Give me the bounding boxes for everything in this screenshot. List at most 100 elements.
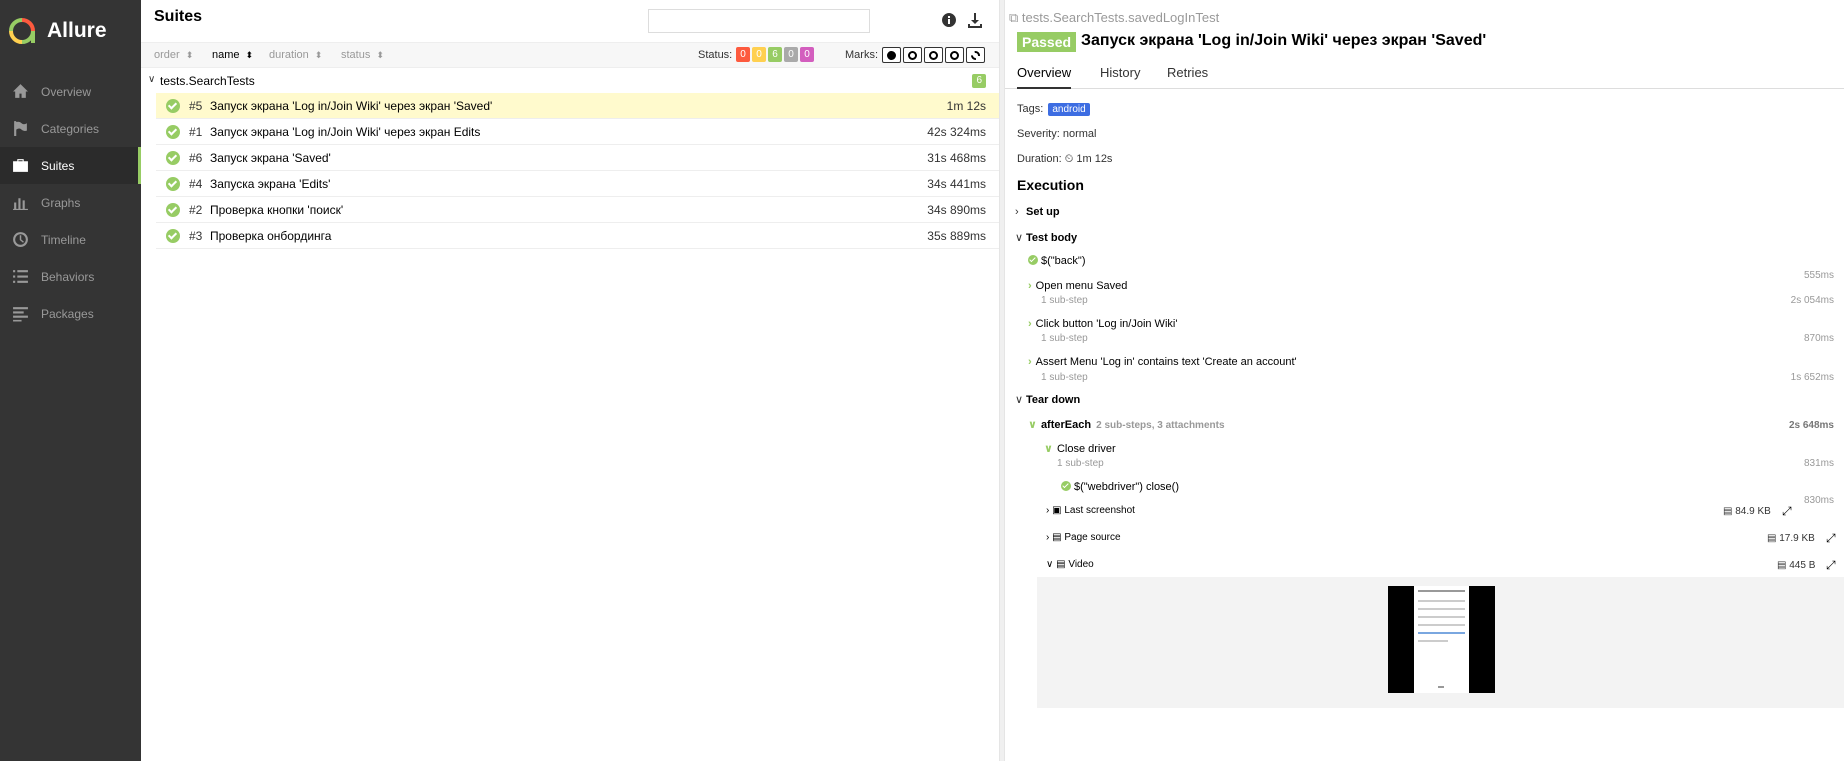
step-duration: 2s 054ms bbox=[1790, 295, 1834, 306]
tag-badge: android bbox=[1048, 103, 1090, 116]
step-row[interactable]: $("back") bbox=[1028, 255, 1086, 267]
step-duration: 831ms bbox=[1803, 458, 1834, 469]
marks-filter bbox=[882, 47, 985, 63]
severity-line: Severity: normal bbox=[1017, 128, 1097, 140]
webdriver-close-step[interactable]: $("webdriver") close() bbox=[1061, 481, 1179, 493]
sort-by-name[interactable]: name ⬍ bbox=[212, 49, 253, 61]
test-row[interactable]: #1 Запуск экрана 'Log in/Join Wiki' чере… bbox=[156, 119, 999, 145]
step-duration: 1s 652ms bbox=[1790, 372, 1834, 383]
attachment-row[interactable]: › ▤ Page source bbox=[1046, 532, 1121, 543]
tab-overview[interactable]: Overview bbox=[1017, 65, 1072, 89]
test-duration: 42s 324ms bbox=[927, 125, 986, 139]
sort-by-duration[interactable]: duration ⬍ bbox=[269, 49, 322, 61]
list-icon bbox=[13, 270, 28, 283]
passed-icon bbox=[166, 203, 180, 217]
video-frame bbox=[1414, 586, 1469, 693]
test-row[interactable]: #2 Проверка кнопки 'поиск' 34s 890ms bbox=[156, 197, 999, 223]
status-passed-toggle[interactable]: 6 bbox=[768, 47, 782, 62]
tags-label: Tags: bbox=[1017, 103, 1044, 115]
video-player[interactable] bbox=[1388, 586, 1495, 693]
chevron-down-icon: ∨ bbox=[1028, 419, 1037, 431]
execution-heading: Execution bbox=[1017, 177, 1084, 193]
test-number: #1 bbox=[189, 125, 203, 139]
attachment-row[interactable]: ∨ ▤ Video bbox=[1046, 559, 1094, 570]
brand[interactable]: Allure bbox=[8, 16, 107, 46]
step-row[interactable]: › Open menu Saved bbox=[1028, 280, 1127, 292]
status-filter-label: Status: bbox=[698, 49, 733, 61]
step-duration: 830ms bbox=[1803, 495, 1834, 506]
info-icon[interactable] bbox=[941, 12, 957, 28]
step-row[interactable]: › Assert Menu 'Log in' contains text 'Cre… bbox=[1028, 356, 1297, 368]
sidebar-item-label: Timeline bbox=[41, 232, 86, 247]
expand-icon[interactable]: ⤢ bbox=[1826, 558, 1836, 573]
status-skipped-toggle[interactable]: 0 bbox=[784, 47, 798, 62]
sidebar-item-packages[interactable]: Packages bbox=[0, 295, 141, 332]
close-driver-step[interactable]: ∨ Close driver bbox=[1044, 442, 1116, 455]
sidebar-item-timeline[interactable]: Timeline bbox=[0, 221, 141, 258]
mark-new-failed-toggle[interactable] bbox=[903, 47, 922, 63]
tab-retries[interactable]: Retries bbox=[1167, 65, 1208, 89]
tear-down-section[interactable]: ∨ Tear down bbox=[1015, 393, 1080, 406]
step-row[interactable]: › Click button 'Log in/Join Wiki' bbox=[1028, 318, 1177, 330]
chevron-right-icon: › bbox=[1028, 356, 1032, 368]
status-failed-toggle[interactable]: 0 bbox=[736, 47, 750, 62]
copy-icon[interactable]: ⧉ bbox=[1009, 10, 1018, 25]
status-broken-toggle[interactable]: 0 bbox=[752, 47, 766, 62]
suites-pane: Suites order ⬍ name ⬍ duration ⬍ status ⬍ St… bbox=[141, 0, 999, 761]
mark-new-passed-toggle[interactable] bbox=[924, 47, 943, 63]
sidebar-item-behaviors[interactable]: Behaviors bbox=[0, 258, 141, 295]
mark-retries-toggle[interactable] bbox=[966, 47, 985, 63]
mark-flaky-toggle[interactable] bbox=[882, 47, 901, 63]
sidebar-item-label: Categories bbox=[41, 121, 100, 136]
page-title: Suites bbox=[154, 8, 203, 25]
home-icon bbox=[13, 84, 28, 98]
file-icon: ▤ bbox=[1767, 533, 1777, 544]
test-row[interactable]: #5 Запуск экрана 'Log in/Join Wiki' чере… bbox=[156, 93, 999, 119]
step-substeps: 1 sub-step bbox=[1041, 295, 1088, 306]
expand-icon[interactable]: ⤢ bbox=[1826, 531, 1836, 546]
expand-icon[interactable]: ⤢ bbox=[1782, 504, 1792, 519]
attachment-row[interactable]: › ▣ Last screenshot bbox=[1046, 505, 1135, 516]
step-name: afterEach bbox=[1040, 419, 1092, 431]
marks-filter-label: Marks: bbox=[845, 49, 878, 61]
video-file-icon: ▤ bbox=[1056, 559, 1066, 570]
passed-icon bbox=[166, 177, 180, 191]
duration-label: Duration: bbox=[1017, 153, 1062, 165]
status-filter: 0 0 6 0 0 bbox=[736, 47, 814, 62]
text-file-icon: ▤ bbox=[1052, 532, 1062, 543]
step-name: $("webdriver") close() bbox=[1074, 481, 1179, 493]
chevron-right-icon: › bbox=[1028, 280, 1032, 292]
test-row[interactable]: #3 Проверка онбординга 35s 889ms bbox=[156, 223, 999, 249]
passed-icon bbox=[166, 151, 180, 165]
download-icon[interactable] bbox=[967, 12, 983, 28]
test-row[interactable]: #4 Запуска экрана 'Edits' 34s 441ms bbox=[156, 171, 999, 197]
sort-icon: ⬍ bbox=[376, 50, 384, 60]
attachment-size: ▤ 17.9 KB bbox=[1767, 533, 1815, 544]
test-body-section[interactable]: ∨ Test body bbox=[1015, 231, 1077, 244]
search-input[interactable] bbox=[648, 9, 870, 33]
test-name: Проверка онбординга bbox=[210, 229, 332, 243]
briefcase-icon bbox=[13, 159, 28, 172]
suite-group[interactable]: ∨ tests.SearchTests 6 bbox=[141, 71, 999, 93]
step-substeps: 1 sub-step bbox=[1057, 458, 1104, 469]
sidebar-item-suites[interactable]: Suites bbox=[0, 147, 141, 184]
chevron-down-icon: ∨ bbox=[1015, 394, 1024, 406]
sort-bar: order ⬍ name ⬍ duration ⬍ status ⬍ Status: 0… bbox=[141, 42, 999, 68]
test-number: #4 bbox=[189, 177, 203, 191]
setup-section[interactable]: › Set up bbox=[1015, 206, 1060, 218]
bar-chart-icon bbox=[13, 198, 28, 210]
tab-history[interactable]: History bbox=[1100, 65, 1140, 89]
mark-new-broken-toggle[interactable] bbox=[945, 47, 964, 63]
breadcrumb-text: tests.SearchTests.savedLogInTest bbox=[1021, 10, 1220, 25]
new-failed-icon bbox=[908, 50, 917, 60]
test-number: #6 bbox=[189, 151, 203, 165]
after-each-step[interactable]: ∨ afterEach 2 sub-steps, 3 attachments bbox=[1028, 418, 1225, 431]
sort-by-order[interactable]: order ⬍ bbox=[154, 49, 193, 61]
sidebar-item-overview[interactable]: Overview bbox=[0, 73, 141, 110]
sort-by-status[interactable]: status ⬍ bbox=[341, 49, 384, 61]
sidebar-item-categories[interactable]: Categories bbox=[0, 110, 141, 147]
video-attachment-preview bbox=[1037, 577, 1844, 708]
test-row[interactable]: #6 Запуск экрана 'Saved' 31s 468ms bbox=[156, 145, 999, 171]
status-unknown-toggle[interactable]: 0 bbox=[800, 47, 814, 62]
sidebar-item-graphs[interactable]: Graphs bbox=[0, 184, 141, 221]
